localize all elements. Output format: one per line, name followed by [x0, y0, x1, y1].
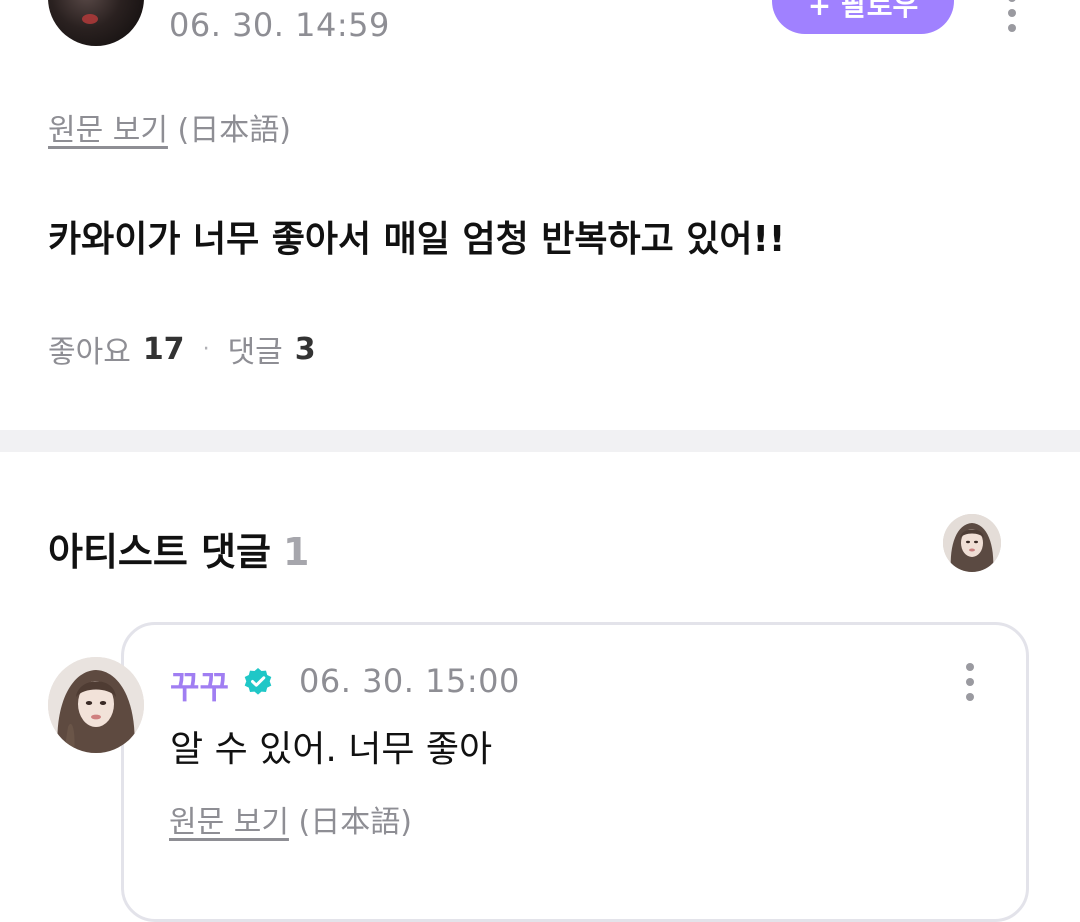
verified-badge-icon: [243, 667, 273, 697]
post-timestamp: 06. 30. 14:59: [169, 6, 390, 44]
comment-timestamp: 06. 30. 15:00: [299, 662, 520, 700]
comment-author-name[interactable]: 꾸꾸: [170, 662, 229, 708]
artist-avatar[interactable]: [943, 514, 1001, 572]
stats-separator: ·: [202, 336, 210, 362]
comments-button[interactable]: 댓글 3: [228, 327, 316, 371]
view-original-link: 원문 보기 (日本語): [48, 105, 291, 149]
view-original-button[interactable]: 원문 보기: [48, 113, 168, 148]
post-more-icon[interactable]: [1008, 0, 1016, 32]
artist-comments-title: 아티스트 댓글 1: [48, 521, 309, 576]
likes-label: 좋아요: [48, 335, 131, 370]
comment-view-original-link: 원문 보기 (日本語): [169, 797, 412, 841]
post-body: 카와이가 너무 좋아서 매일 엄청 반복하고 있어!!: [48, 219, 786, 260]
likes-count: 17: [142, 331, 185, 367]
comments-count: 3: [294, 331, 316, 367]
comment-author-avatar[interactable]: [48, 657, 144, 753]
post-stats: 좋아요 17 · 댓글 3: [48, 327, 316, 371]
avatar-detail: [82, 14, 98, 24]
comment-more-icon[interactable]: [966, 663, 974, 701]
original-language: (日本語): [177, 113, 291, 148]
likes-button[interactable]: 좋아요 17: [48, 327, 185, 371]
artist-comments-label: 아티스트 댓글: [48, 530, 271, 574]
follow-button[interactable]: + 팔로우: [772, 0, 954, 34]
author-avatar[interactable]: [48, 0, 144, 46]
comments-label: 댓글: [227, 335, 283, 370]
comment-body: 알 수 있어. 너무 좋아: [170, 729, 493, 770]
artist-comments-count: 1: [283, 530, 310, 574]
comment-view-original-button[interactable]: 원문 보기: [169, 805, 289, 840]
section-divider: [0, 430, 1080, 452]
comment-original-language: (日本語): [298, 805, 412, 840]
